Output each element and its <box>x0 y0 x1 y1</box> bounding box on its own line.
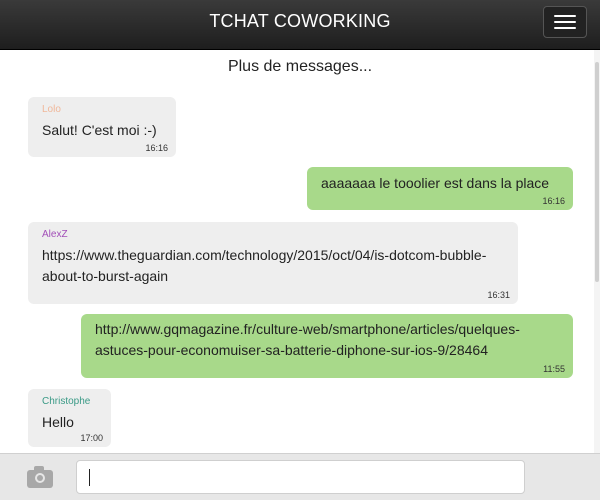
message-author: Christophe <box>42 396 91 407</box>
scrollbar-thumb[interactable] <box>595 62 599 282</box>
message-bubble-outgoing: http://www.gqmagazine.fr/culture-web/sma… <box>81 314 573 378</box>
message-input-bar <box>0 453 600 500</box>
menu-icon-bar <box>554 27 576 29</box>
message-time: 16:16 <box>542 196 565 206</box>
message-time: 16:16 <box>145 143 168 153</box>
load-more-messages-link[interactable]: Plus de messages... <box>0 58 600 76</box>
top-bar: TCHAT COWORKING <box>0 0 600 50</box>
message-author: Lolo <box>42 104 61 115</box>
message-time: 16:31 <box>487 290 510 300</box>
message-bubble-outgoing: aaaaaaa le tooolier est dans la place 16… <box>307 167 573 210</box>
message-text: Hello <box>42 414 74 430</box>
message-link[interactable]: https://www.theguardian.com/technology/2… <box>42 245 504 287</box>
menu-icon-bar <box>554 21 576 23</box>
menu-icon-bar <box>554 15 576 17</box>
message-bubble-incoming: Lolo Salut! C'est moi :-) 16:16 <box>28 97 176 157</box>
message-text: aaaaaaa le tooolier est dans la place <box>321 175 550 191</box>
message-link[interactable]: http://www.gqmagazine.fr/culture-web/sma… <box>95 319 559 361</box>
message-author: AlexZ <box>42 229 68 240</box>
message-bubble-incoming: Christophe Hello 17:00 <box>28 389 111 447</box>
messages-list[interactable]: Plus de messages... Lolo Salut! C'est mo… <box>0 50 600 453</box>
message-bubble-incoming: AlexZ https://www.theguardian.com/techno… <box>28 222 518 304</box>
text-caret <box>89 469 90 486</box>
message-input[interactable] <box>76 460 525 494</box>
app-title: TCHAT COWORKING <box>209 11 391 31</box>
camera-icon[interactable] <box>27 466 53 488</box>
chat-app: TCHAT COWORKING Plus de messages... Lolo… <box>0 0 600 500</box>
menu-button[interactable] <box>543 6 587 38</box>
message-time: 11:55 <box>543 364 565 374</box>
message-text: Salut! C'est moi :-) <box>42 122 157 138</box>
message-time: 17:00 <box>80 433 103 443</box>
